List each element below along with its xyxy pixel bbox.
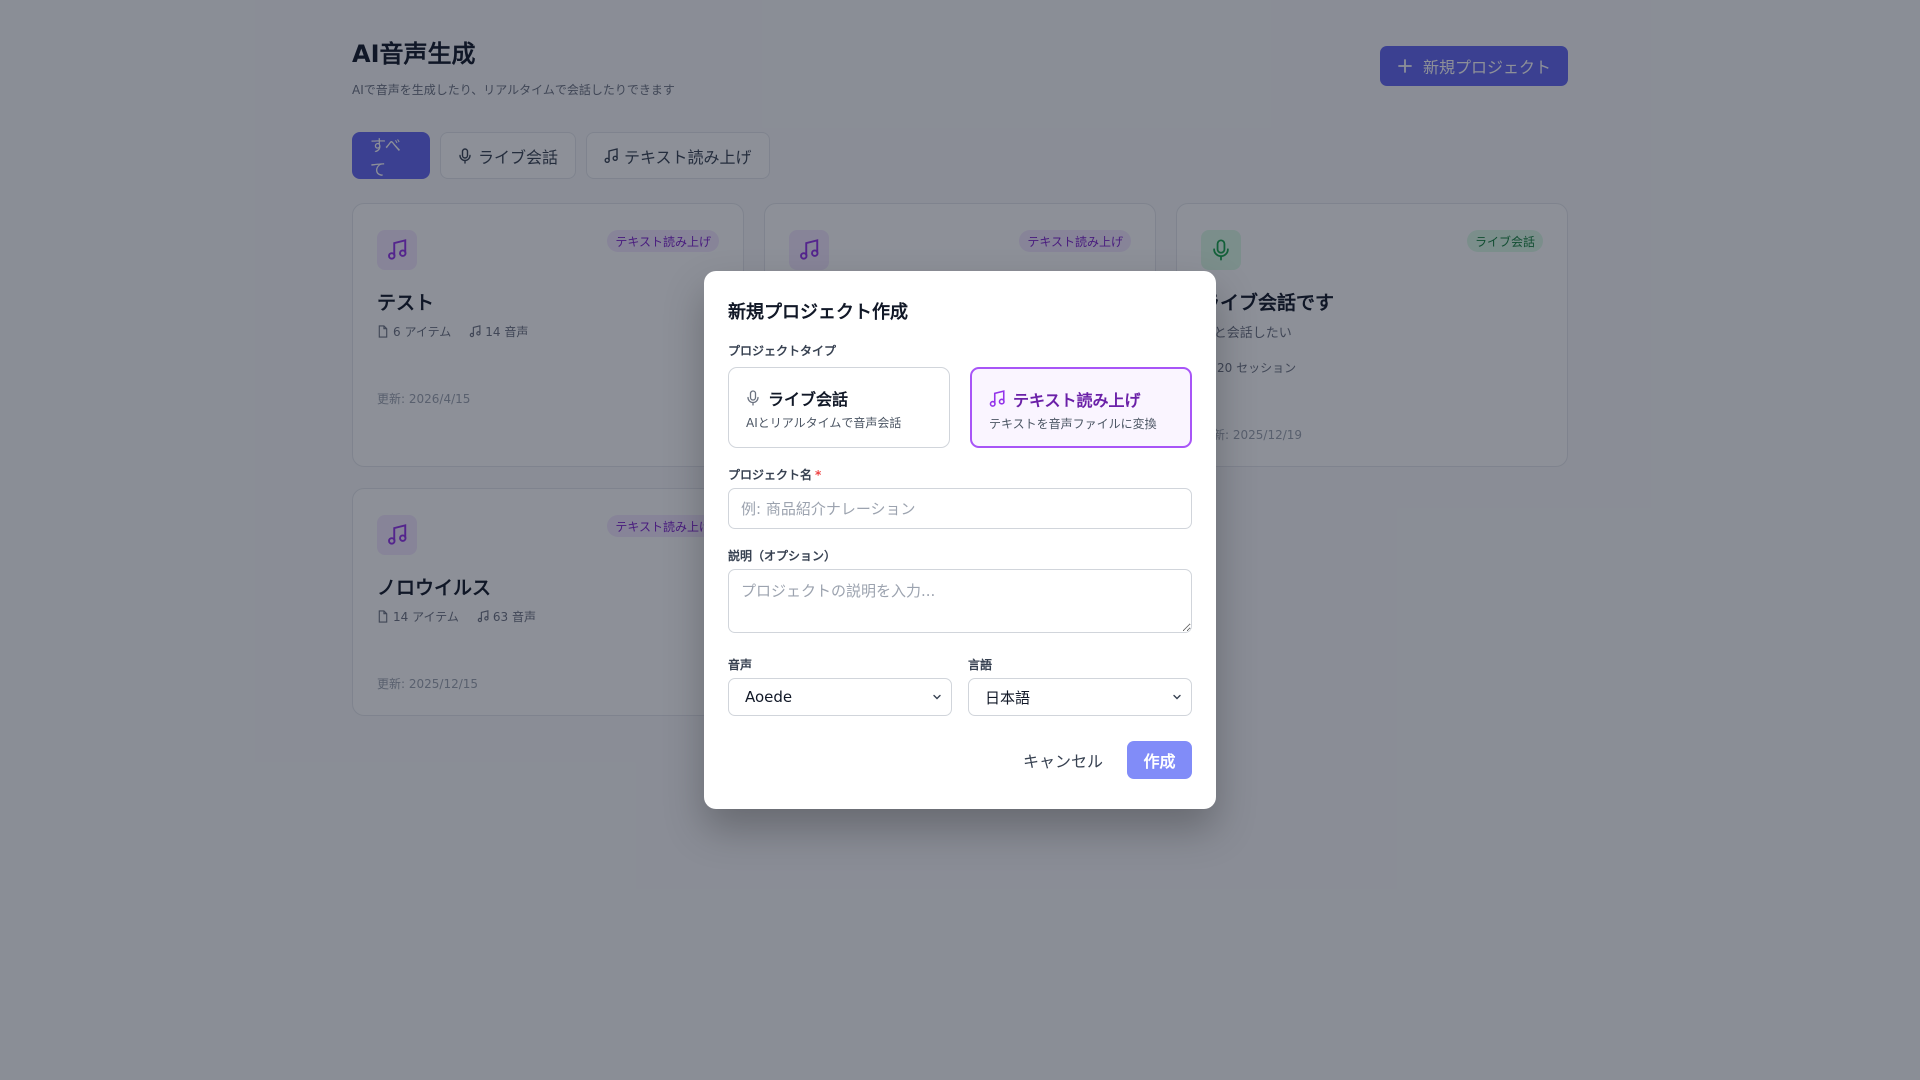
voice-select-value: Aoede bbox=[745, 688, 793, 706]
project-name-label-text: プロジェクト名 bbox=[728, 468, 813, 482]
project-name-label: プロジェクト名 * bbox=[728, 466, 821, 483]
type-option-live-desc: AIとリアルタイムで音声会話 bbox=[746, 416, 902, 430]
type-option-tts-desc: テキストを音声ファイルに変換 bbox=[989, 417, 1157, 431]
type-option-tts-head: テキスト読み上げ bbox=[989, 387, 1141, 411]
voice-select[interactable]: Aoede bbox=[728, 678, 952, 716]
description-textarea[interactable] bbox=[728, 569, 1192, 633]
type-option-tts-label: テキスト読み上げ bbox=[1013, 391, 1141, 410]
required-mark: * bbox=[815, 468, 822, 482]
language-select-value: 日本語 bbox=[985, 688, 1031, 707]
chevron-down-icon bbox=[933, 694, 941, 700]
type-option-live-head: ライブ会話 bbox=[746, 386, 848, 410]
voice-label: 音声 bbox=[728, 658, 753, 672]
mic-icon bbox=[747, 390, 759, 406]
new-project-dialog: 新規プロジェクト作成 プロジェクトタイプ ライブ会話 AIとリアルタイムで音声会… bbox=[704, 271, 1216, 809]
music-icon bbox=[989, 390, 1005, 407]
language-label: 言語 bbox=[968, 658, 993, 672]
project-name-input[interactable] bbox=[728, 488, 1192, 529]
dialog-title: 新規プロジェクト作成 bbox=[728, 302, 908, 323]
create-button[interactable]: 作成 bbox=[1127, 741, 1192, 779]
type-option-live-label: ライブ会話 bbox=[768, 390, 849, 409]
description-label: 説明（オプション） bbox=[728, 549, 837, 563]
project-type-label: プロジェクトタイプ bbox=[728, 344, 837, 358]
chevron-down-icon bbox=[1173, 694, 1181, 700]
cancel-button[interactable]: キャンセル bbox=[1011, 741, 1115, 779]
type-option-live[interactable]: ライブ会話 AIとリアルタイムで音声会話 bbox=[728, 367, 950, 448]
language-select[interactable]: 日本語 bbox=[968, 678, 1192, 716]
type-option-tts[interactable]: テキスト読み上げ テキストを音声ファイルに変換 bbox=[970, 367, 1192, 448]
